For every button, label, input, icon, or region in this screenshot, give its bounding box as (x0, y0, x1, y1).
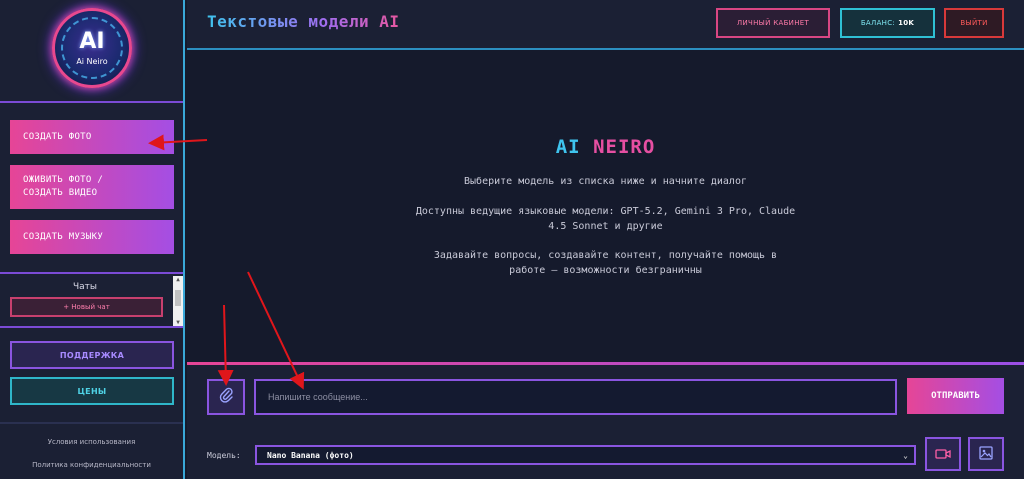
welcome-line-2b: 4.5 Sonnet и другие (548, 221, 663, 232)
image-icon (979, 445, 993, 464)
attach-button[interactable] (207, 379, 245, 415)
scroll-down-icon[interactable]: ▼ (174, 319, 182, 326)
footer-divider (0, 422, 183, 424)
new-chat-button[interactable]: + Новый чат (10, 297, 163, 317)
balance-badge[interactable]: БАЛАНС: 10K (840, 8, 935, 38)
animate-photo-label: ОЖИВИТЬ ФОТО / СОЗДАТЬ ВИДЕО (23, 175, 104, 198)
page-title: Текстовые модели AI (207, 12, 400, 31)
support-button[interactable]: ПОДДЕРЖКА (10, 341, 174, 369)
message-input[interactable] (254, 379, 897, 415)
model-select[interactable]: Nano Banana (фото) ⌄ (255, 445, 916, 465)
chats-panel: Чаты + Новый чат ▲ ▼ (0, 272, 183, 328)
scroll-thumb[interactable] (175, 290, 181, 306)
welcome-line-3b: работе — возможности безграничны (509, 265, 702, 276)
divider (0, 101, 183, 103)
create-music-button[interactable]: СОЗДАТЬ МУЗЫКУ (10, 220, 174, 254)
composer: ОТПРАВИТЬ Модель: Nano Banana (фото) ⌄ (187, 365, 1024, 479)
video-camera-icon (935, 445, 951, 464)
header: Текстовые модели AI ЛИЧНЫЙ КАБИНЕТ БАЛАН… (187, 0, 1024, 50)
chevron-down-icon: ⌄ (903, 451, 908, 460)
welcome-line-3a: Задавайте вопросы, создавайте контент, п… (433, 250, 778, 261)
balance-value: 10K (898, 19, 915, 27)
welcome-line-1: Выберите модель из списка ниже и начните… (464, 176, 747, 187)
chat-area: AI NEIRO Выберите модель из списка ниже … (187, 52, 1024, 362)
cabinet-button[interactable]: ЛИЧНЫЙ КАБИНЕТ (716, 8, 830, 38)
logo[interactable]: AI Ai Neiro (52, 8, 132, 88)
prices-button[interactable]: ЦЕНЫ (10, 377, 174, 405)
scroll-up-icon[interactable]: ▲ (174, 276, 182, 283)
model-label: Модель: (207, 451, 241, 460)
welcome-line-2a: Доступны ведущие языковые модели: GPT-5.… (415, 206, 796, 217)
privacy-link[interactable]: Политика конфиденциальности (0, 461, 183, 469)
chats-title: Чаты (72, 282, 98, 292)
sidebar: AI Ai Neiro СОЗДАТЬ ФОТО ОЖИВИТЬ ФОТО / С… (0, 0, 185, 479)
image-button[interactable] (968, 437, 1004, 471)
create-photo-button[interactable]: СОЗДАТЬ ФОТО (10, 120, 174, 154)
welcome-brand: AI NEIRO (555, 136, 656, 158)
model-select-value: Nano Banana (фото) (267, 450, 354, 460)
animate-photo-button[interactable]: ОЖИВИТЬ ФОТО / СОЗДАТЬ ВИДЕО (10, 165, 174, 209)
send-button[interactable]: ОТПРАВИТЬ (907, 378, 1004, 414)
paperclip-icon (219, 387, 233, 407)
create-photo-label: СОЗДАТЬ ФОТО (23, 131, 92, 142)
terms-link[interactable]: Условия использования (0, 438, 183, 446)
logo-subtitle: Ai Neiro (76, 57, 108, 66)
video-button[interactable] (925, 437, 961, 471)
chats-scrollbar[interactable]: ▲ ▼ (173, 276, 183, 326)
logo-text: AI (79, 29, 105, 54)
create-music-label: СОЗДАТЬ МУЗЫКУ (23, 231, 104, 242)
logout-button[interactable]: ВЫЙТИ (944, 8, 1004, 38)
balance-label: БАЛАНС: (860, 19, 896, 27)
